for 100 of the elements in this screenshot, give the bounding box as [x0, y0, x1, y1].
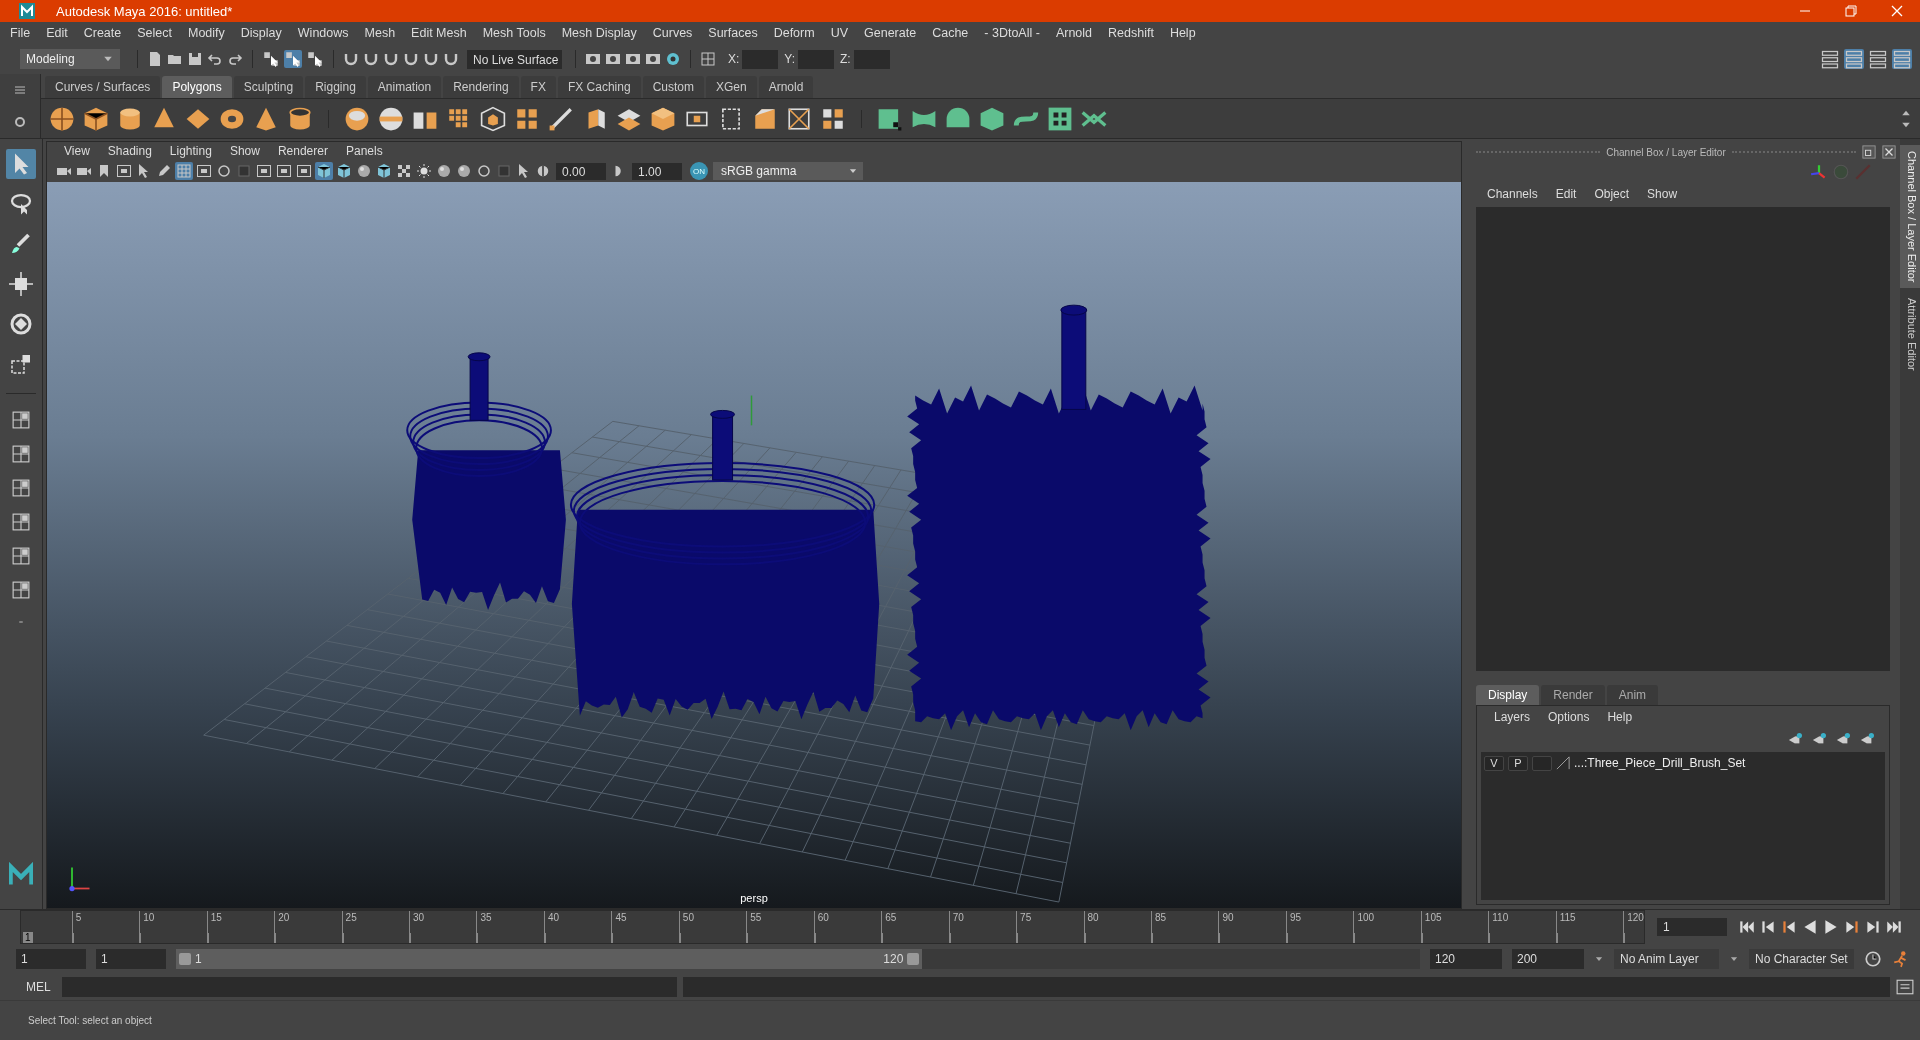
frame-icon[interactable] [115, 162, 133, 180]
pipe-icon[interactable] [287, 105, 313, 132]
magnet-icon[interactable] [383, 51, 399, 67]
menu-item[interactable]: Windows [289, 26, 357, 40]
manipulator-axes-icon[interactable] [1810, 163, 1828, 181]
float-icon[interactable] [1862, 145, 1876, 159]
shelf-tab[interactable]: XGen [705, 76, 757, 98]
layer-color-icon[interactable] [1556, 755, 1570, 771]
panel-layout-icon[interactable] [1868, 49, 1888, 69]
menu-item[interactable]: Edit [38, 26, 76, 40]
magnet-icon[interactable] [403, 51, 419, 67]
panel-menu-item[interactable]: Shading [98, 144, 161, 158]
clock-icon[interactable] [1864, 950, 1882, 968]
side-tab[interactable]: Channel Box / Layer Editor [1900, 145, 1920, 289]
settings-icon[interactable] [12, 114, 28, 130]
close-icon[interactable] [1889, 3, 1905, 19]
menu-item[interactable]: Display [232, 26, 290, 40]
sphere-icon[interactable] [435, 162, 453, 180]
start-frame-field[interactable]: 1 [16, 949, 86, 969]
menu-item[interactable]: Help [1161, 26, 1204, 40]
sphere-icon[interactable] [49, 105, 75, 132]
save-icon[interactable] [187, 51, 203, 67]
current-frame-marker[interactable]: 1 [23, 932, 33, 943]
menu-item[interactable]: Mesh Display [553, 26, 645, 40]
move-icon[interactable] [6, 269, 36, 299]
layer-editor-tab[interactable]: Anim [1606, 685, 1659, 705]
menu-item[interactable]: Mesh [356, 26, 404, 40]
current-frame-field[interactable]: 1 [1657, 918, 1727, 936]
exposure-field[interactable]: 0.00 [556, 162, 606, 180]
magnet-icon[interactable] [363, 51, 379, 67]
shelf-tab[interactable]: FX [520, 76, 556, 98]
frame-icon[interactable] [295, 162, 313, 180]
render-icon[interactable] [605, 51, 621, 67]
menu-item[interactable]: Curves [644, 26, 701, 40]
new-file-icon[interactable] [147, 51, 163, 67]
sun-icon[interactable] [415, 162, 433, 180]
circle-icon[interactable] [475, 162, 493, 180]
channel-box-menu-item[interactable]: Show [1638, 187, 1687, 201]
time-slider[interactable]: 1 5 10 15 20 25 30 35 40 45 50 55 60 65 70 75 80 85 90 95 100 105 110 115 120 [20, 910, 1645, 944]
layer-name[interactable]: ...:Three_Piece_Drill_Brush_Set [1574, 756, 1746, 770]
frame-icon[interactable] [255, 162, 273, 180]
playback-start-field[interactable]: 1 [96, 949, 166, 969]
layer-menu-item[interactable]: Help [1598, 710, 1642, 724]
four-view-icon[interactable] [9, 442, 33, 466]
menu-item[interactable]: File [2, 26, 39, 40]
magnet-icon[interactable] [423, 51, 439, 67]
coordinate-field[interactable] [853, 49, 890, 69]
shelf-tab[interactable]: Custom [642, 76, 704, 98]
skip-to-start-icon[interactable] [1738, 918, 1756, 936]
magnet-icon[interactable] [343, 51, 359, 67]
restore-icon[interactable] [1843, 3, 1859, 19]
checker-window-icon[interactable] [1047, 105, 1073, 132]
side-tab[interactable]: Attribute Editor [1900, 292, 1920, 378]
coordinate-field[interactable] [798, 49, 835, 69]
render-icon[interactable] [625, 51, 641, 67]
panel-menu-item[interactable]: Lighting [160, 144, 221, 158]
panel-menu-item[interactable]: Panels [336, 144, 392, 158]
end-frame-field[interactable]: 200 [1512, 949, 1584, 969]
shelf-tab[interactable]: Animation [367, 76, 442, 98]
render-globe-icon[interactable] [665, 51, 681, 67]
range-handle[interactable] [179, 953, 191, 965]
frame-icon[interactable] [195, 162, 213, 180]
shelf-tab[interactable]: Arnold [758, 76, 814, 98]
checker-icon[interactable] [395, 162, 413, 180]
menu-item[interactable]: Cache [924, 26, 977, 40]
cube-icon[interactable] [375, 162, 393, 180]
maya-logo-icon[interactable] [19, 3, 35, 19]
sphere-icon[interactable] [355, 162, 373, 180]
menu-item[interactable]: Edit Mesh [403, 26, 475, 40]
menu-item[interactable]: Deform [765, 26, 823, 40]
layer-menu-item[interactable]: Layers [1485, 710, 1540, 724]
playback-toggle[interactable]: P [1508, 755, 1528, 771]
range-slider-fill[interactable] [176, 949, 923, 969]
shelf-tab[interactable]: Sculpting [233, 76, 304, 98]
shelf-tab[interactable]: Rendering [443, 76, 519, 98]
circle-icon[interactable] [215, 162, 233, 180]
redo-icon[interactable] [227, 51, 243, 67]
menu-item[interactable]: Select [129, 26, 180, 40]
viewport-canvas[interactable]: persp [47, 182, 1461, 908]
frame-icon[interactable] [275, 162, 293, 180]
snap-box-icon[interactable] [700, 51, 716, 67]
gamma-field[interactable]: 1.00 [632, 162, 682, 180]
color-space-dropdown[interactable]: sRGB gamma [713, 162, 863, 180]
sphere-icon[interactable] [455, 162, 473, 180]
shelf-tab[interactable]: Rigging [305, 76, 366, 98]
menu-item[interactable]: Mesh Tools [474, 26, 554, 40]
range-handle[interactable] [907, 953, 920, 965]
coordinate-field[interactable] [742, 49, 779, 69]
cube-outline-icon[interactable] [480, 105, 506, 132]
previous-key-icon[interactable] [1780, 918, 1798, 936]
menu-item[interactable]: Modify [180, 26, 233, 40]
step-forward-icon[interactable] [1864, 918, 1882, 936]
next-key-icon[interactable] [1843, 918, 1861, 936]
cube-icon[interactable] [83, 105, 109, 132]
mode-dropdown[interactable]: Modeling [20, 49, 120, 69]
step-back-icon[interactable] [1759, 918, 1777, 936]
layer-editor-tab[interactable]: Render [1541, 685, 1605, 705]
menu-item[interactable]: Surfaces [700, 26, 766, 40]
script-editor-icon[interactable] [1896, 978, 1914, 996]
shelf-tab[interactable]: FX Caching [557, 76, 641, 98]
